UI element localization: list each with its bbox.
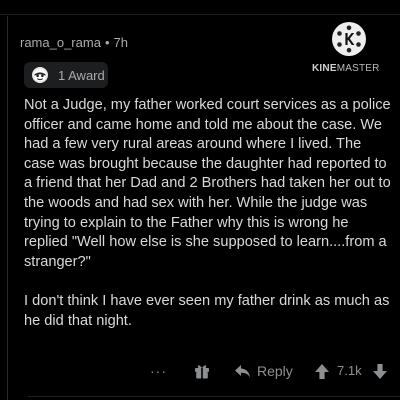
comment-body: Not a Judge, my father worked court serv… (24, 97, 391, 329)
reply-label: Reply (257, 363, 293, 379)
comment-age: 7h (113, 35, 128, 50)
upvote-arrow-icon (315, 363, 329, 379)
reply-arrow-icon (235, 365, 250, 378)
more-options-button[interactable]: ··· (150, 360, 167, 382)
reply-button[interactable]: Reply (234, 360, 293, 382)
kinemaster-watermark: KINEMASTER (312, 63, 380, 74)
give-award-button[interactable] (193, 360, 211, 382)
kinemaster-logo-icon (332, 22, 366, 56)
header-separator: • (104, 35, 110, 50)
bottom-divider (28, 396, 400, 397)
downvote-button[interactable] (372, 360, 388, 382)
comment-action-bar: ··· Reply 7.1k (0, 360, 400, 382)
downvote-arrow-icon (373, 363, 387, 379)
comment-author[interactable]: rama_o_rama (20, 35, 101, 50)
comment-header: rama_o_rama • 7h (20, 35, 128, 50)
thread-line[interactable] (7, 16, 8, 400)
award-label: 1 Award (58, 67, 105, 83)
previous-comment-strip: ··· (0, 0, 400, 12)
award-badge[interactable]: 1 Award (24, 62, 108, 88)
watermark-brand-bold: KINE (312, 63, 337, 74)
watermark-brand-rest: MASTER (336, 63, 380, 74)
award-face-icon (32, 67, 48, 83)
previous-comment-text: ··· (28, 0, 40, 5)
upvote-button[interactable] (314, 360, 330, 382)
divider (0, 14, 400, 15)
gift-icon (195, 365, 209, 379)
vote-score: 7.1k (337, 363, 362, 378)
